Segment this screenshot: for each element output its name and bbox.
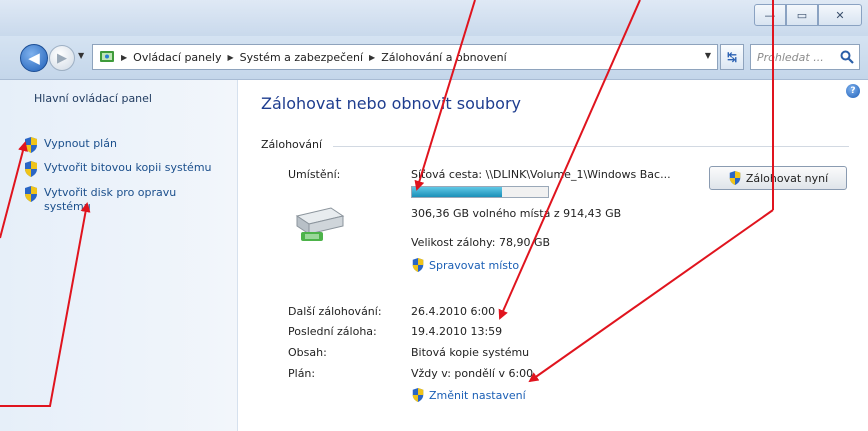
minimize-button[interactable]: — bbox=[754, 4, 786, 26]
window-controls: — ▭ ✕ bbox=[754, 4, 862, 26]
network-drive-icon bbox=[295, 207, 345, 241]
breadcrumb-separator: ▶ bbox=[227, 52, 234, 62]
shield-icon bbox=[25, 186, 37, 202]
search-placeholder: Prohledat ... bbox=[757, 50, 824, 64]
backup-now-label: Zálohovat nyní bbox=[745, 171, 829, 185]
refresh-button[interactable]: ↹ bbox=[720, 44, 744, 70]
sidebar-item-create-repair-disc[interactable]: Vytvořit disk pro opravu systému bbox=[24, 186, 204, 214]
location-value: Síťová cesta: \\DLINK\Volume_1\Windows B… bbox=[411, 168, 671, 181]
arrow-right-icon: ▶ bbox=[57, 50, 67, 66]
disk-usage-fill bbox=[412, 187, 503, 197]
recent-pages-dropdown[interactable]: ▼ bbox=[78, 51, 84, 60]
breadcrumb-separator: ▶ bbox=[121, 52, 128, 62]
breadcrumb-control-panel[interactable]: Ovládací panely bbox=[133, 51, 221, 64]
location-label: Umístění: bbox=[288, 168, 341, 181]
shield-icon bbox=[729, 171, 741, 185]
schedule-value: Vždy v: pondělí v 6:00 bbox=[411, 367, 534, 380]
shield-icon bbox=[25, 137, 37, 153]
next-backup-label: Další zálohování: bbox=[288, 305, 382, 318]
last-backup-value: 19.4.2010 13:59 bbox=[411, 325, 503, 338]
control-panel-home-link[interactable]: Hlavní ovládací panel bbox=[34, 92, 152, 105]
close-button[interactable]: ✕ bbox=[818, 4, 862, 26]
sidebar-item-label: Vytvořit bitovou kopii systému bbox=[44, 161, 212, 174]
contents-value: Bitová kopie systému bbox=[411, 346, 530, 359]
sidebar-item-create-system-image[interactable]: Vytvořit bitovou kopii systému bbox=[24, 161, 212, 177]
address-bar[interactable]: ▶ Ovládací panely ▶ Systém a zabezpečení… bbox=[92, 44, 718, 70]
change-settings-label: Změnit nastavení bbox=[429, 388, 526, 402]
manage-space-link[interactable]: Spravovat místo bbox=[411, 258, 519, 272]
arrow-left-icon: ◀ bbox=[28, 49, 40, 67]
backup-now-button[interactable]: Zálohovat nyní bbox=[709, 166, 847, 190]
disk-usage-bar bbox=[411, 186, 549, 198]
search-box[interactable]: Prohledat ... bbox=[750, 44, 860, 70]
navigation-bar: ◀ ▶ ▼ ▶ Ovládací panely ▶ Systém a zabez… bbox=[0, 36, 868, 80]
breadcrumb-system-security[interactable]: Systém a zabezpečení bbox=[240, 51, 363, 64]
change-settings-link[interactable]: Změnit nastavení bbox=[411, 388, 526, 402]
window-titlebar: — ▭ ✕ bbox=[0, 0, 868, 36]
task-sidebar: Hlavní ovládací panel Vypnout plán Vytvo… bbox=[0, 80, 238, 431]
address-dropdown[interactable]: ▼ bbox=[705, 51, 711, 60]
sidebar-item-label: Vytvořit disk pro opravu systému bbox=[44, 186, 177, 213]
sidebar-item-label: Vypnout plán bbox=[44, 137, 117, 150]
sidebar-item-turn-off-schedule[interactable]: Vypnout plán bbox=[24, 137, 117, 153]
shield-icon bbox=[412, 258, 424, 272]
section-title-backup: Zálohování bbox=[261, 138, 323, 151]
maximize-button[interactable]: ▭ bbox=[786, 4, 818, 26]
shield-icon bbox=[25, 161, 37, 177]
forward-button[interactable]: ▶ bbox=[49, 45, 75, 71]
back-button[interactable]: ◀ bbox=[20, 44, 48, 72]
help-icon[interactable]: ? bbox=[846, 84, 860, 98]
section-divider bbox=[333, 146, 849, 147]
refresh-icon: ↹ bbox=[726, 50, 738, 64]
shield-icon bbox=[412, 388, 424, 402]
breadcrumb-backup-restore[interactable]: Zálohování a obnovení bbox=[381, 51, 507, 64]
control-panel-icon bbox=[100, 51, 114, 62]
backup-size-text: Velikost zálohy: 78,90 GB bbox=[411, 236, 551, 249]
last-backup-label: Poslední záloha: bbox=[288, 325, 377, 338]
breadcrumb-separator: ▶ bbox=[369, 52, 376, 62]
main-panel: ? Zálohovat nebo obnovit soubory Zálohov… bbox=[239, 80, 868, 431]
schedule-label: Plán: bbox=[288, 367, 316, 380]
contents-label: Obsah: bbox=[288, 346, 327, 359]
free-space-text: 306,36 GB volného místa z 914,43 GB bbox=[411, 207, 622, 220]
manage-space-label: Spravovat místo bbox=[429, 258, 520, 272]
page-title: Zálohovat nebo obnovit soubory bbox=[261, 94, 521, 113]
search-icon[interactable] bbox=[839, 49, 855, 65]
next-backup-value: 26.4.2010 6:00 bbox=[411, 305, 496, 318]
